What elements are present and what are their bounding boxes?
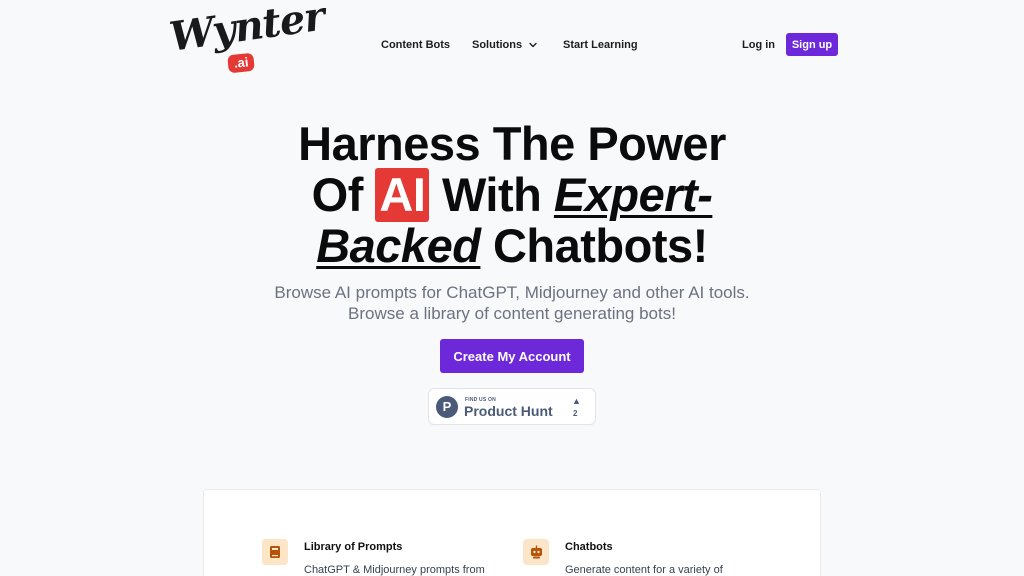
nav-solutions[interactable]: Solutions: [472, 36, 538, 54]
hero-subtitle: Browse AI prompts for ChatGPT, Midjourne…: [274, 283, 750, 323]
robot-icon: [523, 539, 549, 565]
hero-title-with: With: [441, 168, 542, 221]
hero-title-of: Of: [311, 168, 364, 221]
hero-title-backed: Backed: [316, 219, 481, 272]
hero-title-expert: Expert-: [553, 168, 713, 221]
upvote-arrow-icon: ▲: [572, 396, 581, 406]
feature-description: ChatGPT & Midjourney prompts from: [304, 564, 485, 576]
nav-content-bots[interactable]: Content Bots: [381, 36, 450, 54]
nav-solutions-label: Solutions: [472, 39, 523, 51]
hero-title-line1: Harness The Power: [298, 117, 726, 170]
feature-description: Generate content for a variety of: [565, 564, 723, 576]
hero-ai-highlight: AI: [375, 168, 430, 222]
nav-start-learning[interactable]: Start Learning: [563, 36, 638, 54]
main-nav: Content Bots Solutions Start Learning: [0, 36, 1024, 54]
book-icon: [262, 539, 288, 565]
signup-button[interactable]: Sign up: [786, 33, 838, 56]
upvote-count: 2: [573, 409, 578, 418]
create-account-button[interactable]: Create My Account: [440, 339, 584, 373]
hero-title: Harness The Power Of AI With Expert- Bac…: [212, 120, 812, 270]
hero-title-chatbots: Chatbots!: [492, 219, 708, 272]
logo-ai-badge: .ai: [227, 52, 256, 74]
product-hunt-icon: P: [436, 396, 458, 418]
chevron-down-icon: [529, 42, 537, 48]
site-header: Wynter .ai Content Bots Solutions Start …: [0, 0, 1024, 90]
feature-title: Library of Prompts: [304, 541, 403, 553]
feature-title: Chatbots: [565, 541, 613, 553]
product-hunt-name: Product Hunt: [464, 403, 553, 419]
features-panel: Library of Prompts ChatGPT & Midjourney …: [203, 489, 821, 576]
login-link[interactable]: Log in: [742, 36, 775, 54]
product-hunt-badge[interactable]: P FIND US ON Product Hunt ▲ 2: [428, 388, 596, 425]
